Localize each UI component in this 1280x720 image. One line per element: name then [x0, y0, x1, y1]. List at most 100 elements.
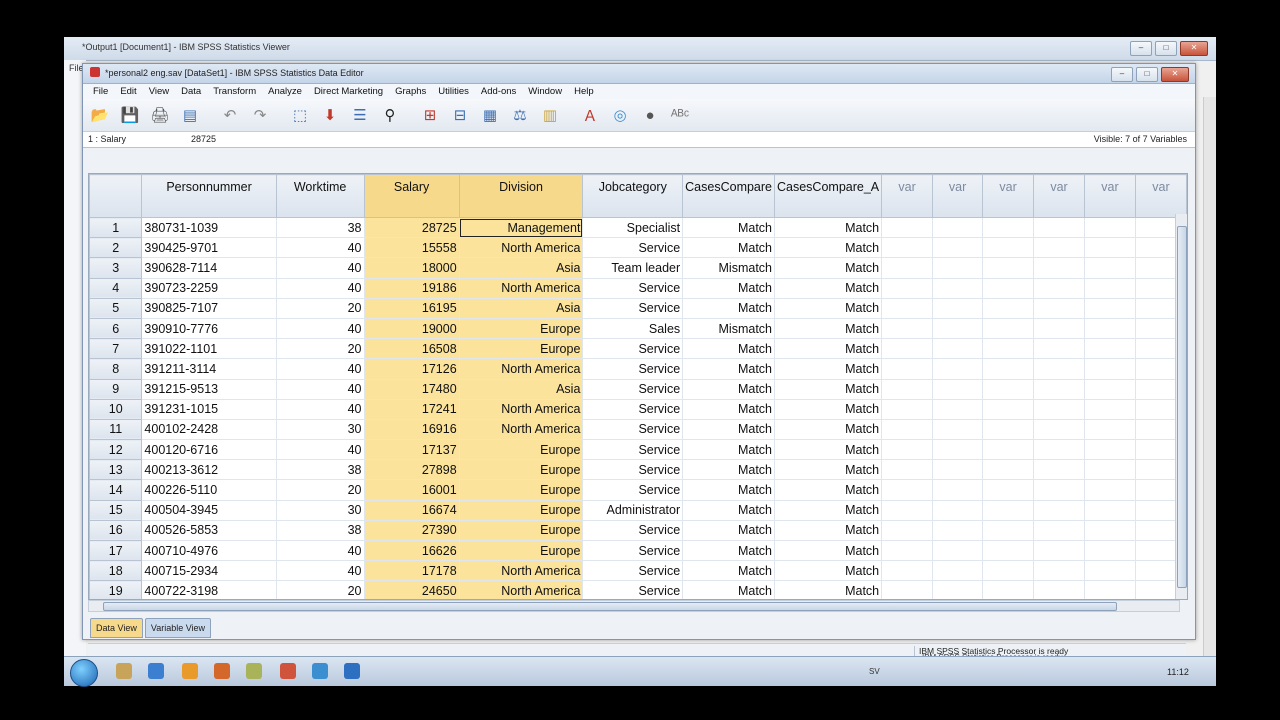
column-header[interactable]: Salary: [363, 174, 460, 218]
insert-cases-icon[interactable]: ⊞: [417, 103, 443, 127]
data-cell[interactable]: 390825-7107: [141, 297, 277, 319]
column-header[interactable]: var: [982, 174, 1035, 218]
data-cell[interactable]: 20: [275, 479, 365, 501]
empty-cell[interactable]: [932, 277, 984, 299]
empty-cell[interactable]: [1033, 216, 1085, 239]
data-cell[interactable]: 27390: [363, 519, 460, 542]
empty-cell[interactable]: [1033, 499, 1085, 521]
empty-cell[interactable]: [881, 378, 934, 400]
data-cell[interactable]: 400504-3945: [141, 499, 277, 521]
data-cell[interactable]: Service: [582, 580, 684, 599]
cell-value-input[interactable]: 28725: [191, 134, 216, 144]
data-cell[interactable]: Match: [682, 479, 775, 501]
empty-cell[interactable]: [1033, 560, 1085, 582]
empty-cell[interactable]: [1033, 398, 1085, 420]
column-header[interactable]: Division: [458, 174, 584, 218]
find-icon[interactable]: ⚲: [377, 103, 403, 127]
data-cell[interactable]: 16508: [363, 338, 460, 360]
data-cell[interactable]: 17241: [363, 398, 460, 420]
data-cell[interactable]: Service: [582, 237, 684, 259]
empty-cell[interactable]: [1033, 297, 1085, 319]
empty-cell[interactable]: [932, 499, 984, 521]
menu-utilities[interactable]: Utilities: [438, 86, 469, 97]
taskbar-app-icon[interactable]: [246, 663, 262, 679]
data-cell[interactable]: 40: [275, 277, 365, 299]
show-all-icon[interactable]: ●: [637, 103, 663, 127]
column-header[interactable]: CasesCompare: [682, 174, 775, 218]
data-cell[interactable]: Match: [773, 398, 883, 420]
data-cell[interactable]: Match: [773, 297, 883, 319]
maximize-button[interactable]: □: [1155, 41, 1177, 56]
menu-graphs[interactable]: Graphs: [395, 86, 426, 97]
empty-cell[interactable]: [1033, 539, 1085, 562]
grid-corner[interactable]: [89, 174, 143, 218]
data-cell[interactable]: Match: [682, 439, 775, 461]
data-cell[interactable]: 40: [275, 378, 365, 400]
empty-cell[interactable]: [932, 459, 984, 481]
empty-cell[interactable]: [881, 560, 934, 582]
empty-cell[interactable]: [932, 398, 984, 420]
use-sets-icon[interactable]: ◎: [607, 103, 633, 127]
empty-cell[interactable]: [982, 560, 1035, 582]
column-header[interactable]: var: [881, 174, 934, 218]
data-cell[interactable]: Europe: [458, 459, 584, 481]
data-cell[interactable]: Match: [773, 257, 883, 279]
empty-cell[interactable]: [1084, 277, 1136, 299]
empty-cell[interactable]: [932, 439, 984, 461]
data-cell[interactable]: Match: [773, 560, 883, 582]
open-icon[interactable]: 📂: [87, 103, 113, 127]
data-cell[interactable]: Service: [582, 539, 684, 562]
empty-cell[interactable]: [881, 519, 934, 542]
horizontal-scrollbar[interactable]: [88, 600, 1180, 612]
split-file-icon[interactable]: ▦: [477, 103, 503, 127]
data-cell[interactable]: Europe: [458, 499, 584, 521]
empty-cell[interactable]: [982, 459, 1035, 481]
data-cell[interactable]: 16001: [363, 479, 460, 501]
data-cell[interactable]: 30: [275, 499, 365, 521]
vertical-scroll-thumb[interactable]: [1177, 226, 1187, 588]
data-cell[interactable]: 390425-9701: [141, 237, 277, 259]
column-header[interactable]: Worktime: [275, 174, 365, 218]
menu-add-ons[interactable]: Add-ons: [481, 86, 516, 97]
row-number[interactable]: 14: [89, 479, 143, 501]
row-number[interactable]: 5: [89, 297, 143, 319]
data-cell[interactable]: Match: [682, 418, 775, 441]
data-cell[interactable]: Service: [582, 398, 684, 420]
empty-cell[interactable]: [982, 479, 1035, 501]
minimize-button[interactable]: –: [1130, 41, 1152, 56]
data-cell[interactable]: Match: [773, 237, 883, 259]
data-cell[interactable]: Administrator: [582, 499, 684, 521]
language-indicator[interactable]: SV: [869, 667, 880, 676]
data-cell[interactable]: North America: [458, 398, 584, 420]
data-cell[interactable]: Match: [773, 418, 883, 441]
data-cell[interactable]: Match: [773, 459, 883, 481]
empty-cell[interactable]: [1084, 257, 1136, 279]
select-cases-icon[interactable]: ▥: [537, 103, 563, 127]
data-cell[interactable]: Asia: [458, 257, 584, 279]
data-cell[interactable]: 19000: [363, 317, 460, 340]
empty-cell[interactable]: [881, 277, 934, 299]
empty-cell[interactable]: [881, 358, 934, 380]
row-number[interactable]: 17: [89, 539, 143, 562]
empty-cell[interactable]: [1033, 439, 1085, 461]
data-cell[interactable]: Europe: [458, 439, 584, 461]
data-cell[interactable]: Match: [682, 378, 775, 400]
empty-cell[interactable]: [1033, 237, 1085, 259]
data-cell[interactable]: Match: [682, 580, 775, 599]
empty-cell[interactable]: [982, 257, 1035, 279]
data-cell[interactable]: 16674: [363, 499, 460, 521]
variables-icon[interactable]: ☰: [347, 103, 373, 127]
data-cell[interactable]: 40: [275, 317, 365, 340]
row-number[interactable]: 3: [89, 257, 143, 279]
data-cell[interactable]: 40: [275, 358, 365, 380]
empty-cell[interactable]: [1084, 499, 1136, 521]
spell-check-icon[interactable]: ᴬᴮᶜ: [667, 103, 693, 127]
menu-direct-marketing[interactable]: Direct Marketing: [314, 86, 383, 97]
taskbar-firefox-icon[interactable]: [214, 663, 230, 679]
empty-cell[interactable]: [1084, 338, 1136, 360]
data-cell[interactable]: 17480: [363, 378, 460, 400]
data-cell[interactable]: Service: [582, 439, 684, 461]
empty-cell[interactable]: [1033, 580, 1085, 599]
empty-cell[interactable]: [982, 439, 1035, 461]
data-cell[interactable]: 380731-1039: [141, 216, 277, 239]
